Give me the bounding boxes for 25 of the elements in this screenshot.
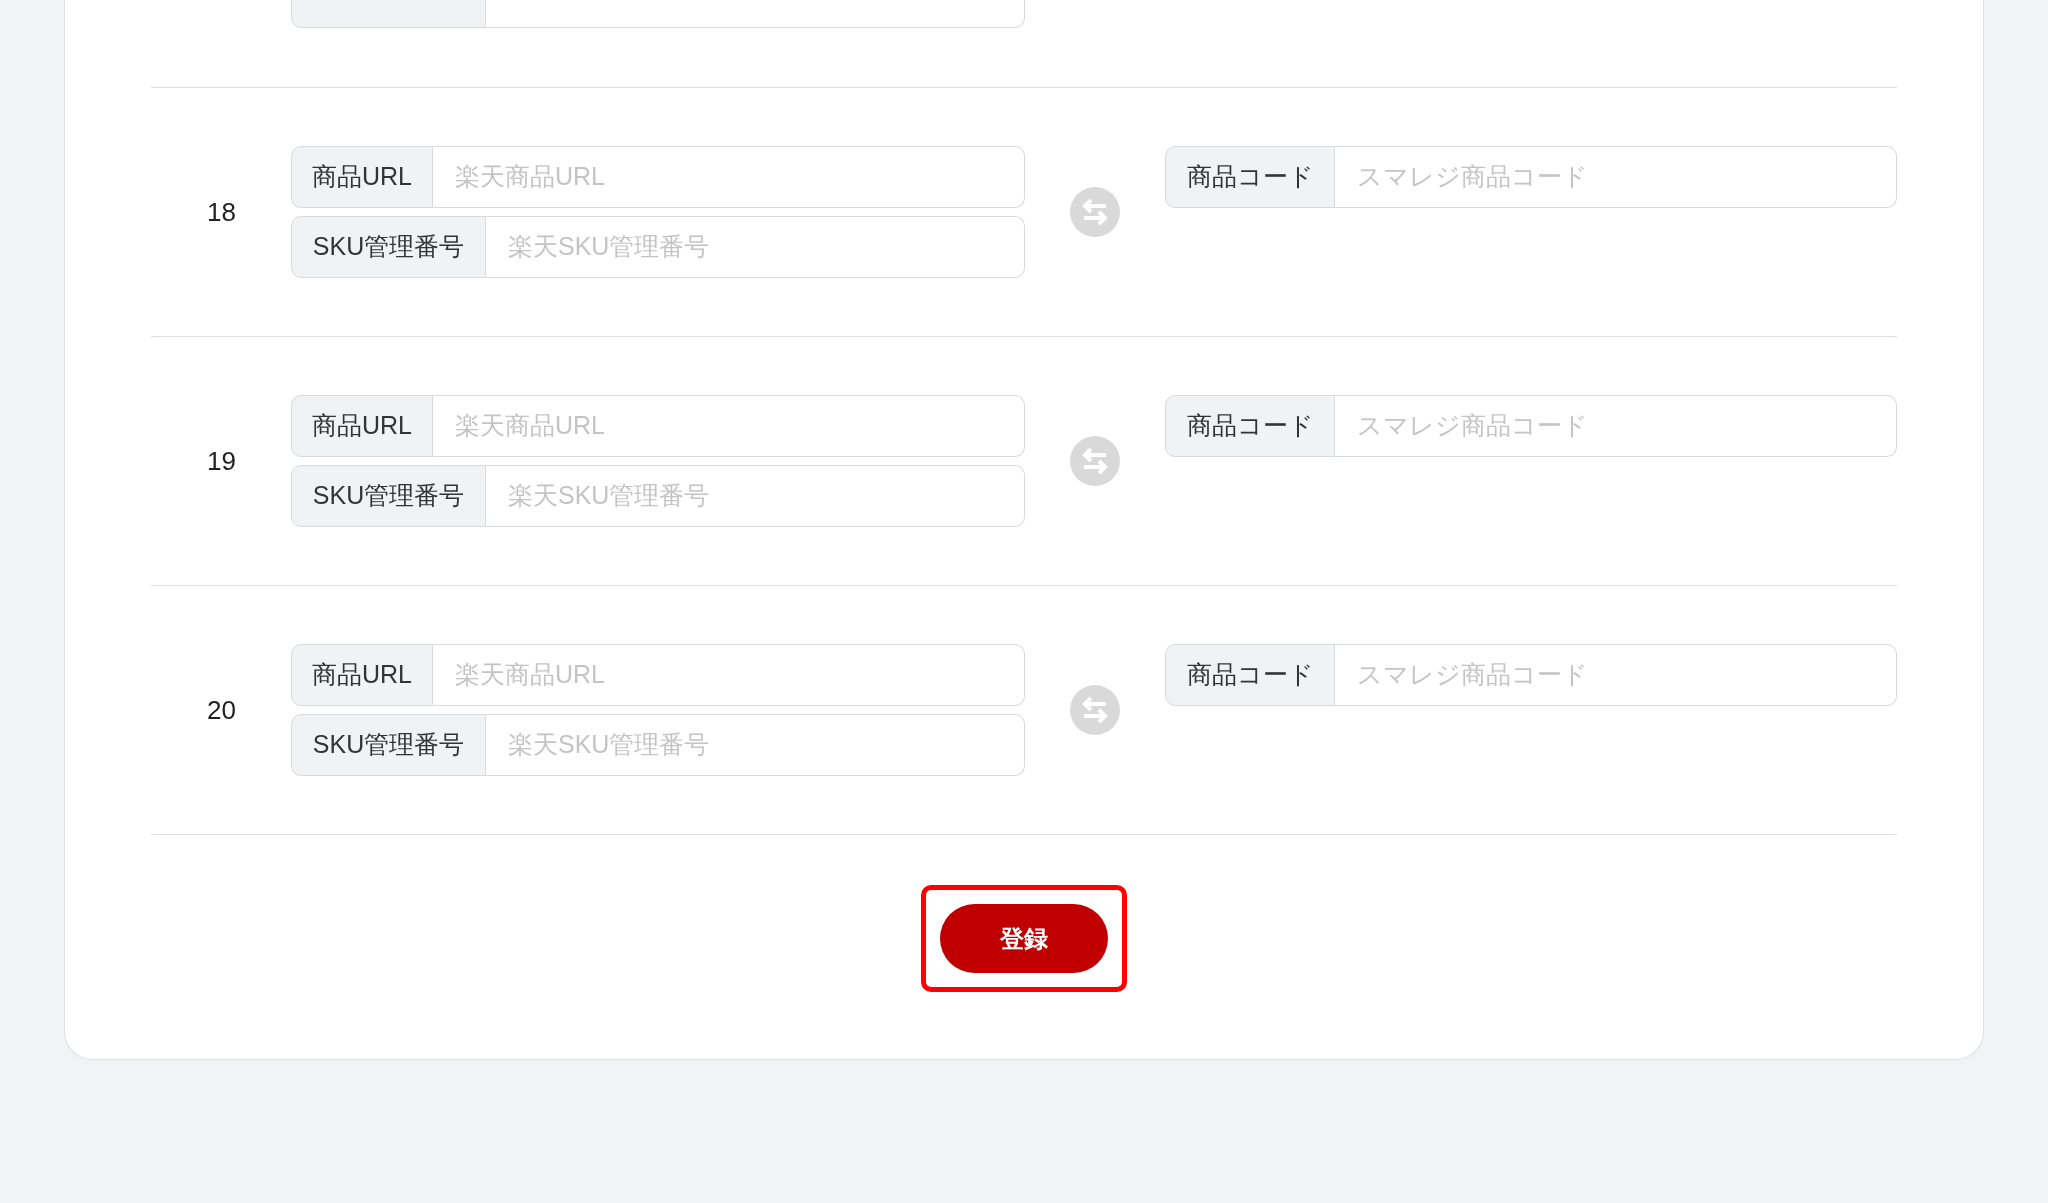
field-label: SKU管理番号 <box>291 714 486 776</box>
swap-icon[interactable] <box>1070 685 1120 735</box>
field-label: SKU管理番号 <box>291 465 486 527</box>
row-number: 20 <box>206 693 237 727</box>
input-field[interactable]: 楽天SKU管理番号 <box>486 465 1025 527</box>
row-number: 18 <box>206 195 237 229</box>
input-field[interactable]: スマレジ商品コード <box>1335 644 1897 706</box>
input-field[interactable]: 楽天商品URL <box>433 644 1025 706</box>
input-field[interactable]: スマレジ商品コード <box>1335 395 1897 457</box>
input-field[interactable]: 楽天商品URL <box>433 395 1025 457</box>
input-field[interactable]: 楽天商品URL <box>433 146 1025 208</box>
input-field[interactable]: スマレジ商品コード <box>1335 146 1897 208</box>
field-label: SKU管理番号 <box>291 216 486 278</box>
register-button[interactable]: 登録 <box>940 904 1108 973</box>
row-number: 19 <box>206 444 237 478</box>
field-label: 商品URL <box>291 395 433 457</box>
field-label: 商品URL <box>291 644 433 706</box>
field-label: 商品コード <box>1165 644 1335 706</box>
input-field[interactable]: 楽天SKU管理番号 <box>486 216 1025 278</box>
swap-icon[interactable] <box>1070 436 1120 486</box>
input-field[interactable]: 楽天SKU管理番号 <box>486 714 1025 776</box>
field-label: 商品コード <box>1165 395 1335 457</box>
field-label: 商品コード <box>1165 146 1335 208</box>
swap-icon[interactable] <box>1070 187 1120 237</box>
field-label: 商品URL <box>291 146 433 208</box>
